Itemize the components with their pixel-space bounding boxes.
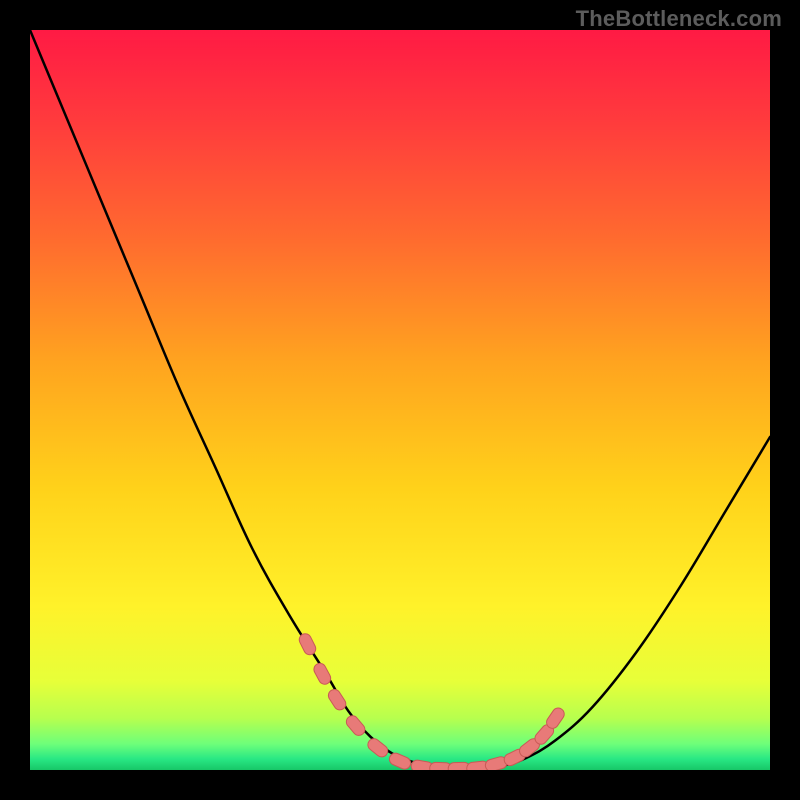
watermark-text: TheBottleneck.com bbox=[576, 6, 782, 32]
plot-area bbox=[30, 30, 770, 770]
highlight-marker bbox=[312, 661, 333, 686]
highlight-markers-group bbox=[297, 632, 566, 770]
curve-layer bbox=[30, 30, 770, 770]
highlight-marker bbox=[344, 713, 367, 738]
highlight-marker bbox=[365, 736, 390, 759]
bottleneck-curve bbox=[30, 30, 770, 769]
chart-frame: TheBottleneck.com bbox=[0, 0, 800, 800]
highlight-marker bbox=[326, 687, 348, 712]
